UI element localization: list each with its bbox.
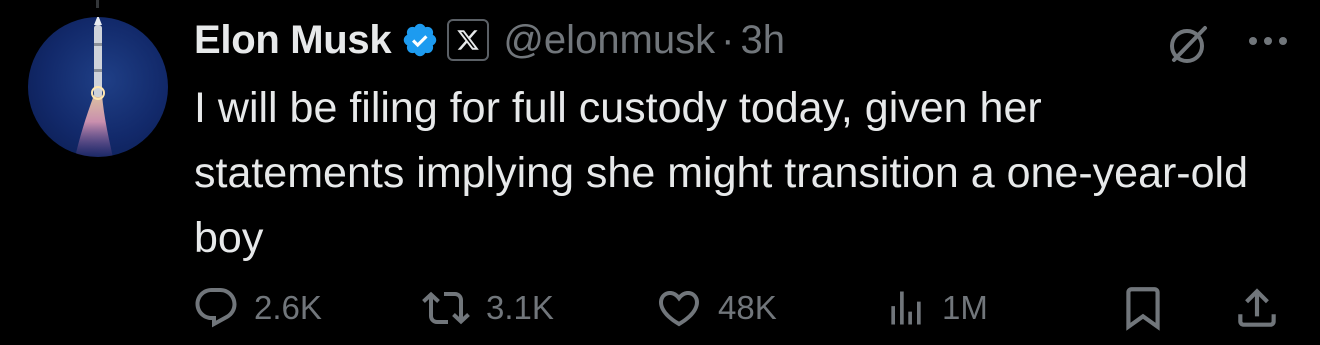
timestamp[interactable]: 3h xyxy=(740,18,785,63)
rocket-launch-avatar-icon xyxy=(75,17,113,157)
like-icon xyxy=(658,291,700,327)
action-bar: 2.6K 3.1K 48K 1M xyxy=(192,282,1292,334)
share-button[interactable] xyxy=(1232,282,1282,334)
like-count: 48K xyxy=(718,289,777,326)
verified-badge-icon xyxy=(401,21,439,59)
repost-icon xyxy=(422,291,470,325)
share-icon xyxy=(1238,288,1276,327)
views-count: 1M xyxy=(942,289,988,326)
reply-icon xyxy=(195,288,237,328)
like-button[interactable]: 48K xyxy=(654,282,777,334)
avatar[interactable] xyxy=(28,17,168,157)
thread-line xyxy=(96,0,99,8)
author-name[interactable]: Elon Musk xyxy=(194,18,392,63)
tweet-header: Elon Musk @elonmusk · 3h xyxy=(194,14,785,66)
reply-count: 2.6K xyxy=(254,289,322,326)
views-button[interactable]: 1M xyxy=(884,282,988,334)
grok-icon[interactable] xyxy=(1165,20,1213,68)
separator-dot: · xyxy=(721,17,735,62)
repost-count: 3.1K xyxy=(486,289,554,326)
author-handle[interactable]: @elonmusk xyxy=(503,18,715,63)
bookmark-button[interactable] xyxy=(1118,282,1168,334)
more-icon[interactable] xyxy=(1246,34,1290,48)
tweet-text: I will be filing for full custody today,… xyxy=(194,84,1249,262)
bookmark-icon xyxy=(1126,287,1160,331)
repost-button[interactable]: 3.1K xyxy=(420,282,554,334)
views-icon xyxy=(891,291,921,325)
reply-button[interactable]: 2.6K xyxy=(192,282,322,334)
x-logo-icon xyxy=(447,19,490,61)
